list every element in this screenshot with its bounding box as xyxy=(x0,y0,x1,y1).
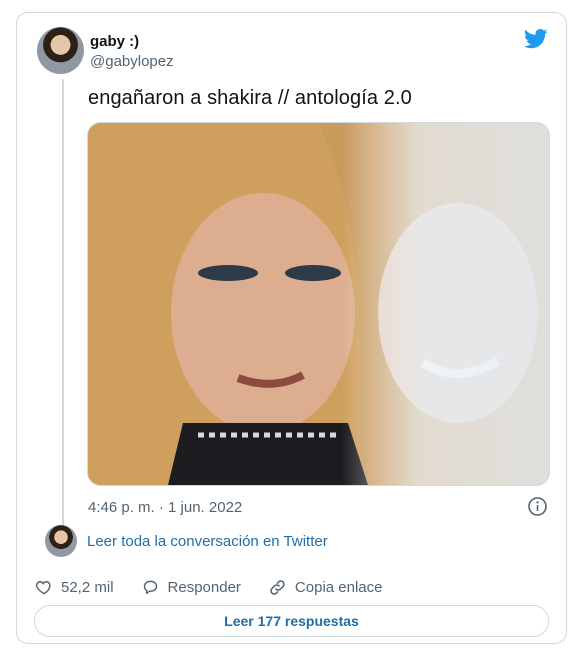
info-icon[interactable] xyxy=(527,496,548,517)
link-icon xyxy=(270,579,285,595)
photo-image xyxy=(88,123,549,485)
author-display-name[interactable]: gaby :) xyxy=(90,33,139,50)
copy-link-button[interactable]: Copia enlace xyxy=(268,578,383,597)
thread-line xyxy=(62,79,64,533)
reply-button[interactable]: Responder xyxy=(141,578,241,596)
conversation-avatar[interactable] xyxy=(45,525,77,557)
twitter-bird-icon[interactable] xyxy=(524,29,548,49)
reply-label: Responder xyxy=(167,578,241,596)
heart-icon xyxy=(35,581,51,595)
tweet-timestamp[interactable]: 4:46 p. m. · 1 jun. 2022 xyxy=(88,499,242,516)
reply-bubble-icon xyxy=(143,580,157,595)
like-count: 52,2 mil xyxy=(61,578,114,596)
tweet-text: engañaron a shakira // antología 2.0 xyxy=(88,87,412,109)
tweet-embed-card: gaby :) @gabylopez engañaron a shakira /… xyxy=(16,12,567,644)
copy-link-label: Copia enlace xyxy=(294,578,383,596)
like-button[interactable]: 52,2 mil xyxy=(35,578,114,596)
read-conversation-link[interactable]: Leer toda la conversación en Twitter xyxy=(87,533,328,550)
action-bar: 52,2 mil Responder Copia enlace xyxy=(35,575,409,599)
author-avatar[interactable] xyxy=(37,27,84,74)
read-replies-button[interactable]: Leer 177 respuestas xyxy=(34,605,549,637)
author-handle[interactable]: @gabylopez xyxy=(90,53,174,70)
tweet-photo[interactable] xyxy=(87,122,550,486)
